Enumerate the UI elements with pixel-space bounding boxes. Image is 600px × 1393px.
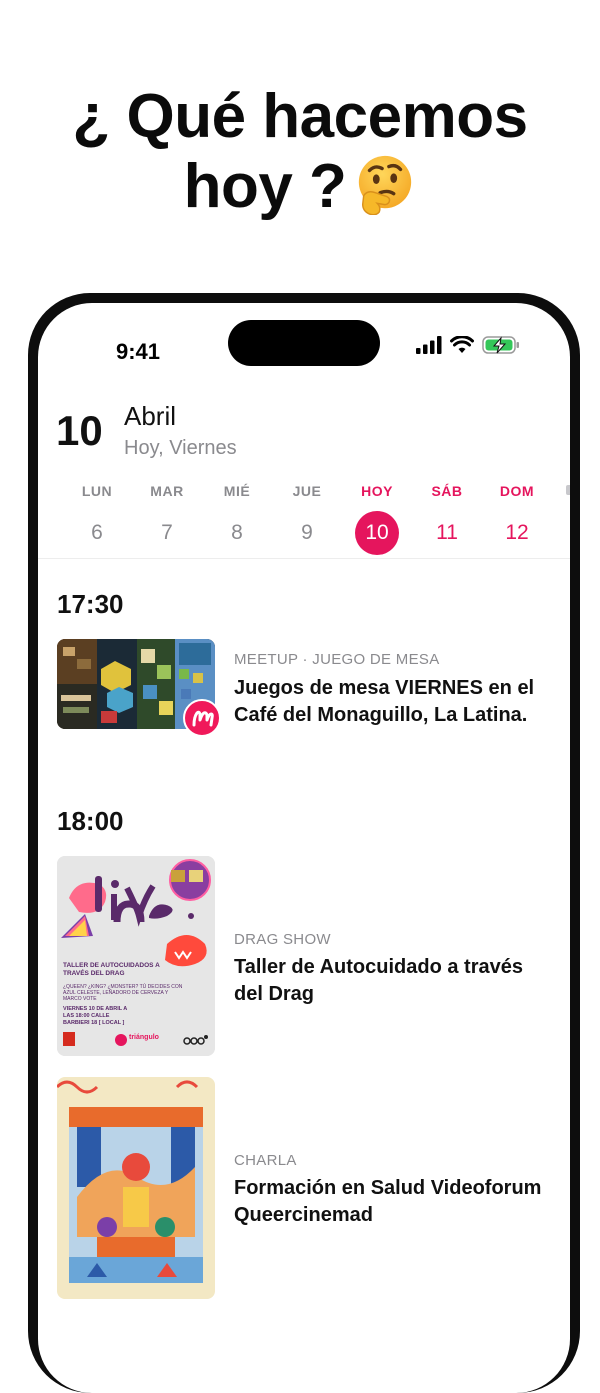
day-subtitle: Hoy, Viernes xyxy=(124,437,237,459)
event-category: DRAG SHOW xyxy=(234,931,331,948)
status-time: 9:41 xyxy=(116,339,161,364)
week-day[interactable]: DOM 12 xyxy=(482,483,552,555)
event-title: Juegos de mesa VIERNES en el Café del Mo… xyxy=(234,677,535,726)
event-image-illustration xyxy=(57,1077,215,1299)
week-day-today[interactable]: HOY 10 xyxy=(342,483,412,555)
poster-date-line: BARBIERI 18 [ LOCAL ] xyxy=(63,1020,125,1026)
week-day[interactable]: MIÉ 8 xyxy=(202,483,272,555)
headline-line-1: ¿ Qué hacemos xyxy=(72,82,528,151)
week-day[interactable]: MAR 7 xyxy=(132,483,202,555)
week-day[interactable]: LUN 6 xyxy=(62,483,132,555)
week-day-name: MAR xyxy=(150,483,184,499)
week-day-name: DOM xyxy=(499,483,535,499)
week-day[interactable]: JUE 9 xyxy=(272,483,342,555)
event-title: Formación en Salud Videoforum Queercinem… xyxy=(234,1177,542,1226)
week-day-date: 12 xyxy=(505,521,529,544)
week-day-name: LUN xyxy=(81,483,113,499)
event-title: Taller de Autocuidado a través del Drag xyxy=(234,956,523,1005)
week-day-date: 8 xyxy=(231,521,243,544)
poster-date-line: VIERNES 10 DE ABRIL A xyxy=(63,1006,128,1012)
illustration-poster xyxy=(57,1077,215,1299)
madrid-logo-icon xyxy=(63,1032,75,1046)
week-day-date: 11 xyxy=(436,521,458,544)
poster-date-line: LAS 18:00 CALLE xyxy=(63,1013,110,1019)
partner-logo-icon xyxy=(183,1035,208,1045)
poster-date: VIERNES 10 DE ABRIL A LAS 18:00 CALLE BA… xyxy=(63,1006,183,1027)
week-day-name: HOY xyxy=(361,483,393,499)
week-day-next-hint xyxy=(566,485,570,495)
week-day-name: JUE xyxy=(292,483,322,499)
meetup-logo-icon xyxy=(183,699,221,737)
week-day-name: MIÉ xyxy=(223,483,251,499)
status-icons xyxy=(416,333,520,357)
poster-description: ¿QUEEN? ¿KING? ¿MONSTER? TÚ DECIDES CON … xyxy=(63,984,209,1002)
wifi-icon xyxy=(450,336,474,353)
time-heading: 18:00 xyxy=(57,806,124,836)
week-day-date: 6 xyxy=(91,521,103,544)
triangulo-logo-icon xyxy=(115,1034,127,1046)
month-label: Abril xyxy=(124,401,177,431)
week-strip: LUN 6 MAR 7 MIÉ 8 JUE 9 HOY 10 SÁB 11 DO… xyxy=(54,483,570,563)
poster-heading: TALLER DE AUTOCUIDADOS A TRAVÉS DEL DRAG xyxy=(63,962,160,977)
time-heading: 17:30 xyxy=(57,589,124,619)
headline: ¿ Qué hacemos hoy ? xyxy=(0,82,600,222)
week-day-name: SÁB xyxy=(431,483,463,499)
poster-line: MARCO VOTE xyxy=(63,996,97,1002)
week-day-date: 10 xyxy=(355,511,399,555)
week-divider xyxy=(38,558,570,559)
signal-icon xyxy=(416,336,442,354)
date-number: 10 xyxy=(56,407,103,454)
week-day-date: 7 xyxy=(161,521,173,544)
thinking-face-icon xyxy=(359,155,412,215)
event-category: MEETUP · JUEGO DE MESA xyxy=(234,651,440,668)
dynamic-island xyxy=(228,320,380,366)
battery-charging-icon xyxy=(482,336,519,354)
event-category: CHARLA xyxy=(234,1152,297,1169)
week-day-date: 9 xyxy=(301,521,313,544)
week-day[interactable]: SÁB 11 xyxy=(412,483,482,555)
phone-frame: 9:41 10 Abril Hoy, Viernes LUN 6 MAR 7 M… xyxy=(28,293,580,1393)
headline-line-2-text: hoy ? xyxy=(183,152,347,221)
triangulo-logo-text: triángulo xyxy=(129,1034,159,1041)
headline-line-2: hoy ? xyxy=(0,152,600,222)
event-image-drag-poster: TALLER DE AUTOCUIDADOS A TRAVÉS DEL DRAG… xyxy=(57,856,215,1056)
meetup-m-glyph xyxy=(192,710,214,727)
app-screen: 9:41 10 Abril Hoy, Viernes LUN 6 MAR 7 M… xyxy=(38,303,570,1393)
